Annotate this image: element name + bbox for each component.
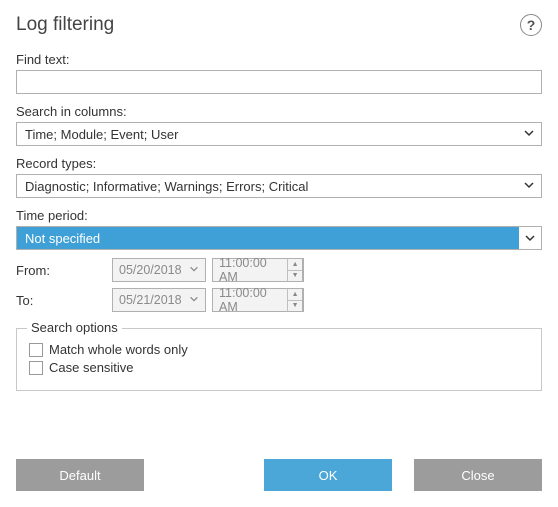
whole-words-checkbox[interactable]: [29, 343, 43, 357]
close-button[interactable]: Close: [414, 459, 542, 491]
chevron-down-icon: [523, 179, 535, 194]
title-row: Log filtering ?: [16, 14, 542, 36]
search-columns-value: Time; Module; Event; User: [25, 127, 178, 142]
log-filtering-dialog: Log filtering ? Find text: Search in col…: [0, 0, 558, 507]
to-row: To: 05/21/2018 11:00:00 AM ▲ ▼: [16, 288, 542, 312]
spinner-down-icon[interactable]: ▼: [288, 271, 302, 282]
from-time-value: 11:00:00 AM: [219, 256, 287, 284]
help-button[interactable]: ?: [520, 14, 542, 36]
record-types-combo[interactable]: Diagnostic; Informative; Warnings; Error…: [16, 174, 542, 198]
to-time-picker[interactable]: 11:00:00 AM ▲ ▼: [212, 288, 304, 312]
record-types-label: Record types:: [16, 156, 542, 171]
button-row: Default OK Close: [16, 459, 542, 491]
from-date-picker[interactable]: 05/20/2018: [112, 258, 206, 282]
default-button[interactable]: Default: [16, 459, 144, 491]
spinner-down-icon[interactable]: ▼: [288, 301, 302, 312]
from-time-spinner[interactable]: ▲ ▼: [287, 258, 303, 282]
ok-button[interactable]: OK: [264, 459, 392, 491]
time-period-value: Not specified: [25, 231, 100, 246]
chevron-down-icon: [189, 293, 199, 307]
spinner-up-icon[interactable]: ▲: [288, 259, 302, 271]
whole-words-label: Match whole words only: [49, 342, 188, 357]
search-options-title: Search options: [27, 320, 122, 335]
from-row: From: 05/20/2018 11:00:00 AM ▲ ▼: [16, 258, 542, 282]
find-text-label: Find text:: [16, 52, 542, 67]
to-time-spinner[interactable]: ▲ ▼: [287, 288, 303, 312]
search-options-group: Search options Match whole words only Ca…: [16, 328, 542, 391]
spinner-up-icon[interactable]: ▲: [288, 289, 302, 301]
search-columns-label: Search in columns:: [16, 104, 542, 119]
to-time-value: 11:00:00 AM: [219, 286, 287, 314]
time-period-label: Time period:: [16, 208, 542, 223]
case-sensitive-checkbox[interactable]: [29, 361, 43, 375]
dialog-title: Log filtering: [16, 14, 114, 36]
chevron-down-icon: [519, 227, 541, 249]
whole-words-row[interactable]: Match whole words only: [29, 342, 529, 357]
find-text-input[interactable]: [16, 70, 542, 94]
to-date-picker[interactable]: 05/21/2018: [112, 288, 206, 312]
case-sensitive-label: Case sensitive: [49, 360, 134, 375]
to-date-value: 05/21/2018: [119, 293, 182, 307]
record-types-value: Diagnostic; Informative; Warnings; Error…: [25, 179, 308, 194]
case-sensitive-row[interactable]: Case sensitive: [29, 360, 529, 375]
help-icon: ?: [527, 17, 536, 33]
search-columns-combo[interactable]: Time; Module; Event; User: [16, 122, 542, 146]
to-label: To:: [16, 293, 106, 308]
chevron-down-icon: [523, 127, 535, 142]
from-label: From:: [16, 263, 106, 278]
spacer: [166, 459, 242, 491]
chevron-down-icon: [189, 263, 199, 277]
from-time-picker[interactable]: 11:00:00 AM ▲ ▼: [212, 258, 304, 282]
from-date-value: 05/20/2018: [119, 263, 182, 277]
time-period-combo[interactable]: Not specified: [16, 226, 542, 250]
